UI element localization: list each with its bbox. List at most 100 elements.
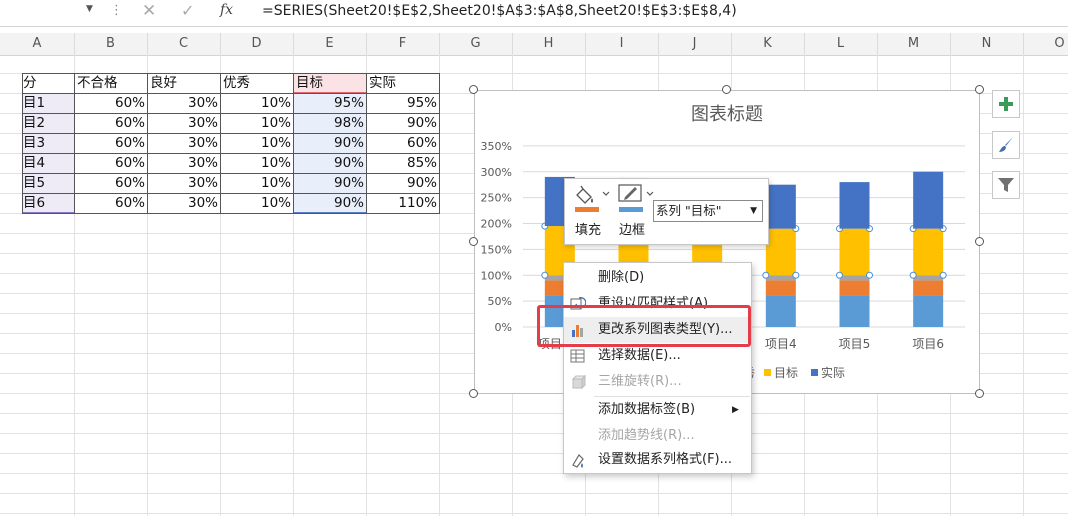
column-header-e[interactable]: E [293, 33, 367, 55]
bar-segment-2-cat-4 [765, 280, 796, 296]
column-header-n[interactable]: N [950, 33, 1024, 55]
value-cell[interactable]: 10% [221, 113, 293, 133]
value-cell[interactable]: 30% [148, 113, 220, 133]
resize-handle-top-left[interactable] [469, 85, 478, 94]
column-header-b[interactable]: B [74, 33, 148, 55]
resize-handle-left[interactable] [469, 237, 478, 246]
bar-segment-5-cat-6 [913, 171, 944, 229]
menu-item-delete[interactable]: 删除(D) [564, 265, 751, 291]
menu-item-format-data-series[interactable]: 设置数据系列格式(F)... [564, 447, 751, 473]
resize-handle-bottom-left[interactable] [469, 389, 478, 398]
value-cell[interactable]: 10% [221, 193, 293, 213]
column-header-j[interactable]: J [658, 33, 732, 55]
value-cell[interactable]: 30% [148, 193, 220, 213]
y-tick-label: 50% [488, 295, 512, 308]
column-header-o[interactable]: O [1023, 33, 1068, 55]
fill-button[interactable]: 填充 [573, 183, 611, 241]
cancel-icon[interactable]: ✕ [142, 1, 156, 21]
value-cell[interactable]: 90% [367, 173, 439, 193]
value-cell[interactable]: 90% [294, 153, 366, 173]
series-select[interactable]: 系列 "目标" ▼ [653, 200, 763, 222]
value-cell[interactable]: 10% [221, 93, 293, 113]
menu-item-3d-rotation[interactable]: 三维旋转(R)... [564, 369, 751, 395]
menu-item-add-trendline[interactable]: 添加趋势线(R)... [564, 423, 751, 449]
header-cell[interactable]: 分 [23, 73, 73, 93]
value-cell[interactable]: 98% [294, 113, 366, 133]
value-cell[interactable]: 60% [75, 113, 147, 133]
value-cell[interactable]: 60% [367, 133, 439, 153]
bar-segment-1-cat-5 [839, 295, 870, 327]
y-tick-label: 200% [481, 218, 512, 231]
legend-label: 目标 [774, 366, 798, 380]
column-header-l[interactable]: L [804, 33, 878, 55]
bar-segment-3-cat-4 [765, 275, 796, 281]
value-cell[interactable]: 30% [148, 153, 220, 173]
header-cell[interactable]: 实际 [369, 73, 437, 93]
resize-handle-top[interactable] [722, 85, 731, 94]
value-cell[interactable]: 30% [148, 93, 220, 113]
outline-button[interactable]: 边框 [617, 183, 655, 241]
header-cell[interactable]: 良好 [150, 73, 218, 93]
row-name-cell[interactable]: 目2 [23, 113, 73, 133]
column-header-k[interactable]: K [731, 33, 805, 55]
y-tick-label: 0% [495, 321, 512, 334]
resize-handle-bottom-right[interactable] [975, 389, 984, 398]
resize-handle-right[interactable] [975, 237, 984, 246]
row-name-cell[interactable]: 目5 [23, 173, 73, 193]
column-header-m[interactable]: M [877, 33, 951, 55]
value-cell[interactable]: 10% [221, 153, 293, 173]
column-header-h[interactable]: H [512, 33, 586, 55]
value-cell[interactable]: 60% [75, 153, 147, 173]
column-header-i[interactable]: I [585, 33, 659, 55]
value-cell[interactable]: 95% [294, 93, 366, 113]
value-cell[interactable]: 90% [294, 193, 366, 213]
row-name-cell[interactable]: 目3 [23, 133, 73, 153]
format-series-icon [572, 454, 584, 468]
column-header-d[interactable]: D [220, 33, 294, 55]
select-data-icon [570, 349, 585, 363]
header-cell[interactable]: 优秀 [223, 73, 291, 93]
formula-input[interactable]: =SERIES(Sheet20!$E$2,Sheet20!$A$3:$A$8,S… [262, 3, 737, 19]
x-tick-label: 项目6 [912, 337, 944, 351]
value-cell[interactable]: 10% [221, 173, 293, 193]
chevron-down-icon: ▼ [750, 206, 757, 216]
column-header-f[interactable]: F [366, 33, 440, 55]
more-options-icon[interactable]: ⋮ [110, 2, 123, 20]
column-header-a[interactable]: A [0, 33, 75, 55]
bar-segment-1-cat-6 [913, 295, 944, 327]
value-cell[interactable]: 60% [75, 193, 147, 213]
value-cell[interactable]: 90% [367, 113, 439, 133]
bar-segment-5-cat-4 [765, 184, 796, 229]
chart-elements-button[interactable] [992, 90, 1020, 118]
value-cell[interactable]: 60% [75, 133, 147, 153]
selection-marker [866, 271, 873, 279]
value-cell[interactable]: 110% [367, 193, 439, 213]
value-cell[interactable]: 90% [294, 133, 366, 153]
menu-item-add-data-labels[interactable]: 添加数据标签(B) ▶ [564, 397, 751, 423]
bar-segment-2-cat-5 [839, 280, 870, 296]
value-cell[interactable]: 85% [367, 153, 439, 173]
value-cell[interactable]: 90% [294, 173, 366, 193]
chart-filters-button[interactable] [992, 171, 1020, 199]
column-header-g[interactable]: G [439, 33, 513, 55]
column-headers: A B C D E F G H I J K L M N O [0, 33, 1068, 56]
column-header-c[interactable]: C [147, 33, 221, 55]
value-cell[interactable]: 60% [75, 173, 147, 193]
legend-swatch-target [764, 369, 771, 376]
enter-icon[interactable]: ✓ [181, 1, 194, 20]
value-cell[interactable]: 10% [221, 133, 293, 153]
plus-icon [999, 97, 1013, 111]
insert-function-button[interactable]: fx [220, 2, 233, 18]
name-box-dropdown[interactable]: ▼ [86, 4, 93, 14]
row-name-cell[interactable]: 目6 [23, 193, 73, 213]
value-cell[interactable]: 30% [148, 133, 220, 153]
header-cell[interactable]: 不合格 [77, 73, 145, 93]
chart-styles-button[interactable] [992, 131, 1020, 159]
row-name-cell[interactable]: 目1 [23, 93, 73, 113]
value-cell[interactable]: 30% [148, 173, 220, 193]
value-cell[interactable]: 60% [75, 93, 147, 113]
value-cell[interactable]: 95% [367, 93, 439, 113]
header-cell[interactable]: 目标 [296, 73, 364, 93]
resize-handle-top-right[interactable] [975, 85, 984, 94]
row-name-cell[interactable]: 目4 [23, 153, 73, 173]
